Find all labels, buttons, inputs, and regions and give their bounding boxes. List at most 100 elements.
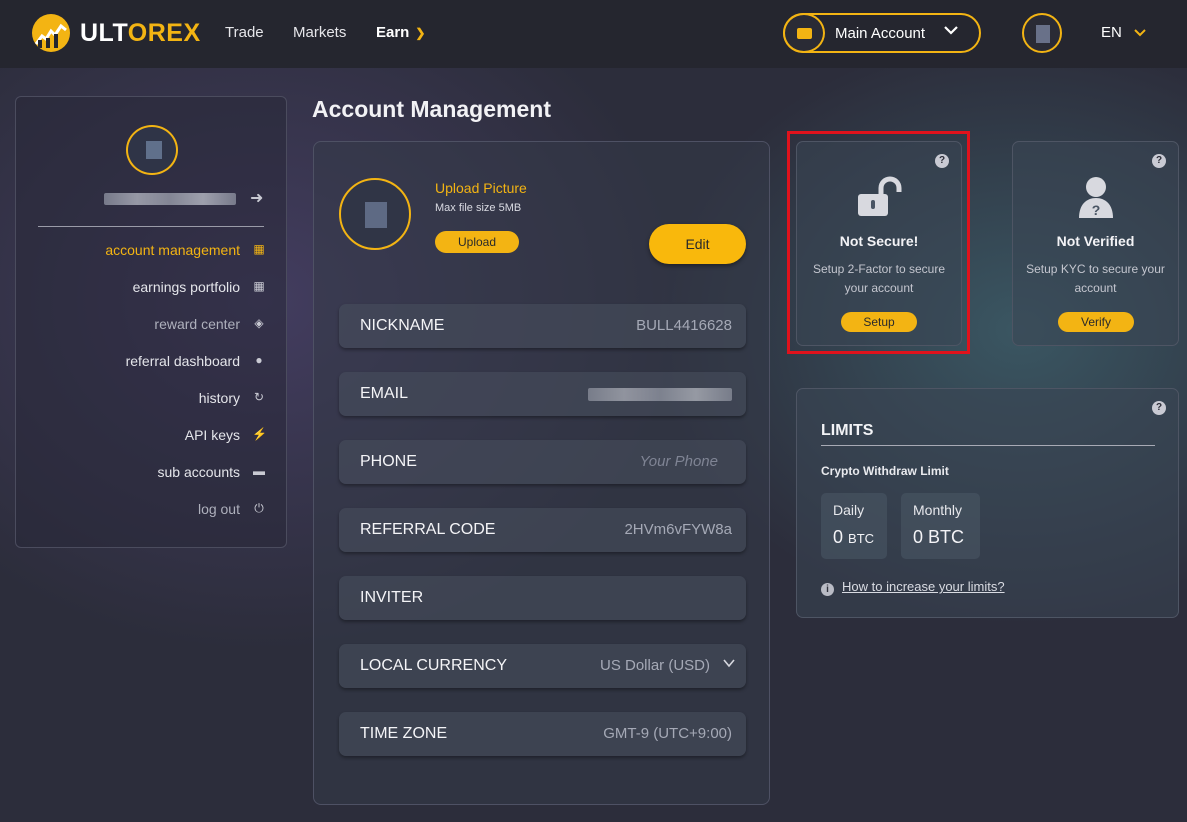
account-sidebar: ➜ account management ▦ earnings portfoli… [15,96,287,548]
user-avatar[interactable] [1022,13,1062,53]
help-icon[interactable]: ? [1152,401,1166,415]
field-value: BULL4416628 [636,317,732,334]
sidebar-divider [38,226,264,227]
wallet-icon [783,13,825,53]
plug-icon: ⚡ [252,427,267,441]
bull-logo-icon [32,14,70,52]
power-icon: ⏻ [254,501,264,515]
sidebar-item-account-management[interactable]: account management ▦ [16,240,274,260]
limits-card: ? LIMITS Crypto Withdraw Limit Daily 0 B… [796,388,1179,618]
kyc-card-description: Setup KYC to secure your account [1026,262,1165,295]
page-title: Account Management [312,96,551,122]
field-value: US Dollar (USD) [599,657,710,674]
sidebar-item-referral-dashboard[interactable]: referral dashboard ● [16,351,274,371]
account-icon: ▦ [253,242,265,256]
highlight-box [787,131,970,354]
upload-max-size: Max file size 5MB [435,202,522,214]
nav-trade[interactable]: Trade [225,24,264,41]
local-currency-select[interactable]: LOCAL CURRENCY US Dollar (USD) [339,644,746,688]
phone-field[interactable]: PHONE Your Phone [339,440,746,484]
sidebar-item-label: log out [197,501,240,517]
inviter-field[interactable]: INVITER [339,576,746,620]
increase-limits-help[interactable]: i How to increase your limits? [821,579,1005,596]
limits-title: LIMITS [821,422,874,439]
monthly-limit: Monthly 0 BTC [901,493,980,559]
upload-picture-title: Upload Picture [435,180,527,196]
users-icon: ● [255,353,263,367]
daily-limit-unit: BTC [848,531,875,546]
arrow-right-icon[interactable]: ➜ [250,188,263,208]
sidebar-item-label: earnings portfolio [132,279,240,295]
daily-limit-value: 0 BTC [833,527,874,548]
upload-button[interactable]: Upload [435,231,519,253]
edit-button[interactable]: Edit [649,224,746,264]
kyc-card-title: Not Verified [1056,233,1135,249]
field-label: REFERRAL CODE [360,521,496,538]
increase-limits-link[interactable]: How to increase your limits? [842,579,1005,594]
verify-button[interactable]: Verify [1058,312,1134,332]
sidebar-item-history[interactable]: history ↻ [16,388,274,408]
sidebar-item-label: sub accounts [157,464,241,480]
profile-panel: Upload Picture Max file size 5MB Upload … [313,141,770,805]
gift-icon: ◈ [254,316,264,330]
field-value: 2HVm6vFYW8a [624,521,732,538]
field-label: TIME ZONE [360,725,448,742]
sidebar-item-label: reward center [154,316,240,332]
portfolio-icon: ▦ [253,279,265,293]
daily-limit-amount: 0 [833,527,844,547]
sidebar-item-log-out[interactable]: log out ⏻ [16,499,274,519]
daily-limit: Daily 0 BTC [821,493,887,559]
account-selector-label: Main Account [835,25,926,42]
field-label: INVITER [360,589,424,606]
profile-avatar [339,178,411,250]
sidebar-item-label: API keys [184,427,240,443]
wallet-icon: ▬ [253,464,265,478]
sidebar-item-label: referral dashboard [125,353,240,369]
limits-subtitle: Crypto Withdraw Limit [821,464,949,478]
referral-code-field[interactable]: REFERRAL CODE 2HVm6vFYW8a [339,508,746,552]
field-label: NICKNAME [360,317,445,334]
kyc-card: ? ? Not Verified Setup KYC to secure you… [1012,141,1179,346]
sidebar-item-reward-center[interactable]: reward center ◈ [16,314,274,334]
daily-limit-label: Daily [833,502,865,518]
sidebar-item-sub-accounts[interactable]: sub accounts ▬ [16,462,274,482]
svg-text:?: ? [1092,202,1101,218]
username-blurred [104,193,236,205]
sidebar-item-label: account management [105,242,240,258]
monthly-limit-unit: BTC [928,527,965,547]
chevron-down-icon: ❯ [415,26,426,40]
monthly-limit-label: Monthly [913,502,963,518]
language-selector[interactable]: EN [1101,24,1146,41]
info-icon: i [821,583,834,596]
phone-placeholder: Your Phone [639,453,718,470]
history-icon: ↻ [253,390,265,404]
nav-earn[interactable]: Earn ❯ [376,24,425,41]
email-field[interactable]: EMAIL [339,372,746,416]
top-navigation-bar: ULTOREX Trade Markets Earn ❯ Main Account… [0,0,1187,68]
time-zone-field[interactable]: TIME ZONE GMT-9 (UTC+9:00) [339,712,746,756]
monthly-limit-value: 0 BTC [913,527,964,548]
brand-name: ULTOREX [80,19,201,48]
field-label: EMAIL [360,385,409,402]
account-selector[interactable]: Main Account [783,13,981,53]
field-value: GMT-9 (UTC+9:00) [603,725,732,742]
nickname-field[interactable]: NICKNAME BULL4416628 [339,304,746,348]
chevron-down-icon [1134,24,1146,41]
brand-logo[interactable]: ULTOREX [32,14,201,52]
sidebar-item-earnings-portfolio[interactable]: earnings portfolio ▦ [16,277,274,297]
limits-divider [821,445,1155,446]
email-value-blurred [588,388,732,401]
language-label: EN [1101,24,1122,41]
brand-name-part1: ULT [80,18,128,47]
user-question-icon: ? [1077,176,1115,218]
chevron-down-icon [943,22,959,43]
field-label: PHONE [360,453,417,470]
sidebar-item-api-keys[interactable]: API keys ⚡ [16,425,274,445]
sidebar-item-label: history [198,390,240,406]
field-label: LOCAL CURRENCY [360,657,507,674]
nav-markets[interactable]: Markets [293,24,346,41]
help-icon[interactable]: ? [1152,154,1166,168]
brand-name-part2: OREX [127,18,201,47]
monthly-limit-amount: 0 [913,527,924,547]
nav-earn-label: Earn [376,24,410,41]
